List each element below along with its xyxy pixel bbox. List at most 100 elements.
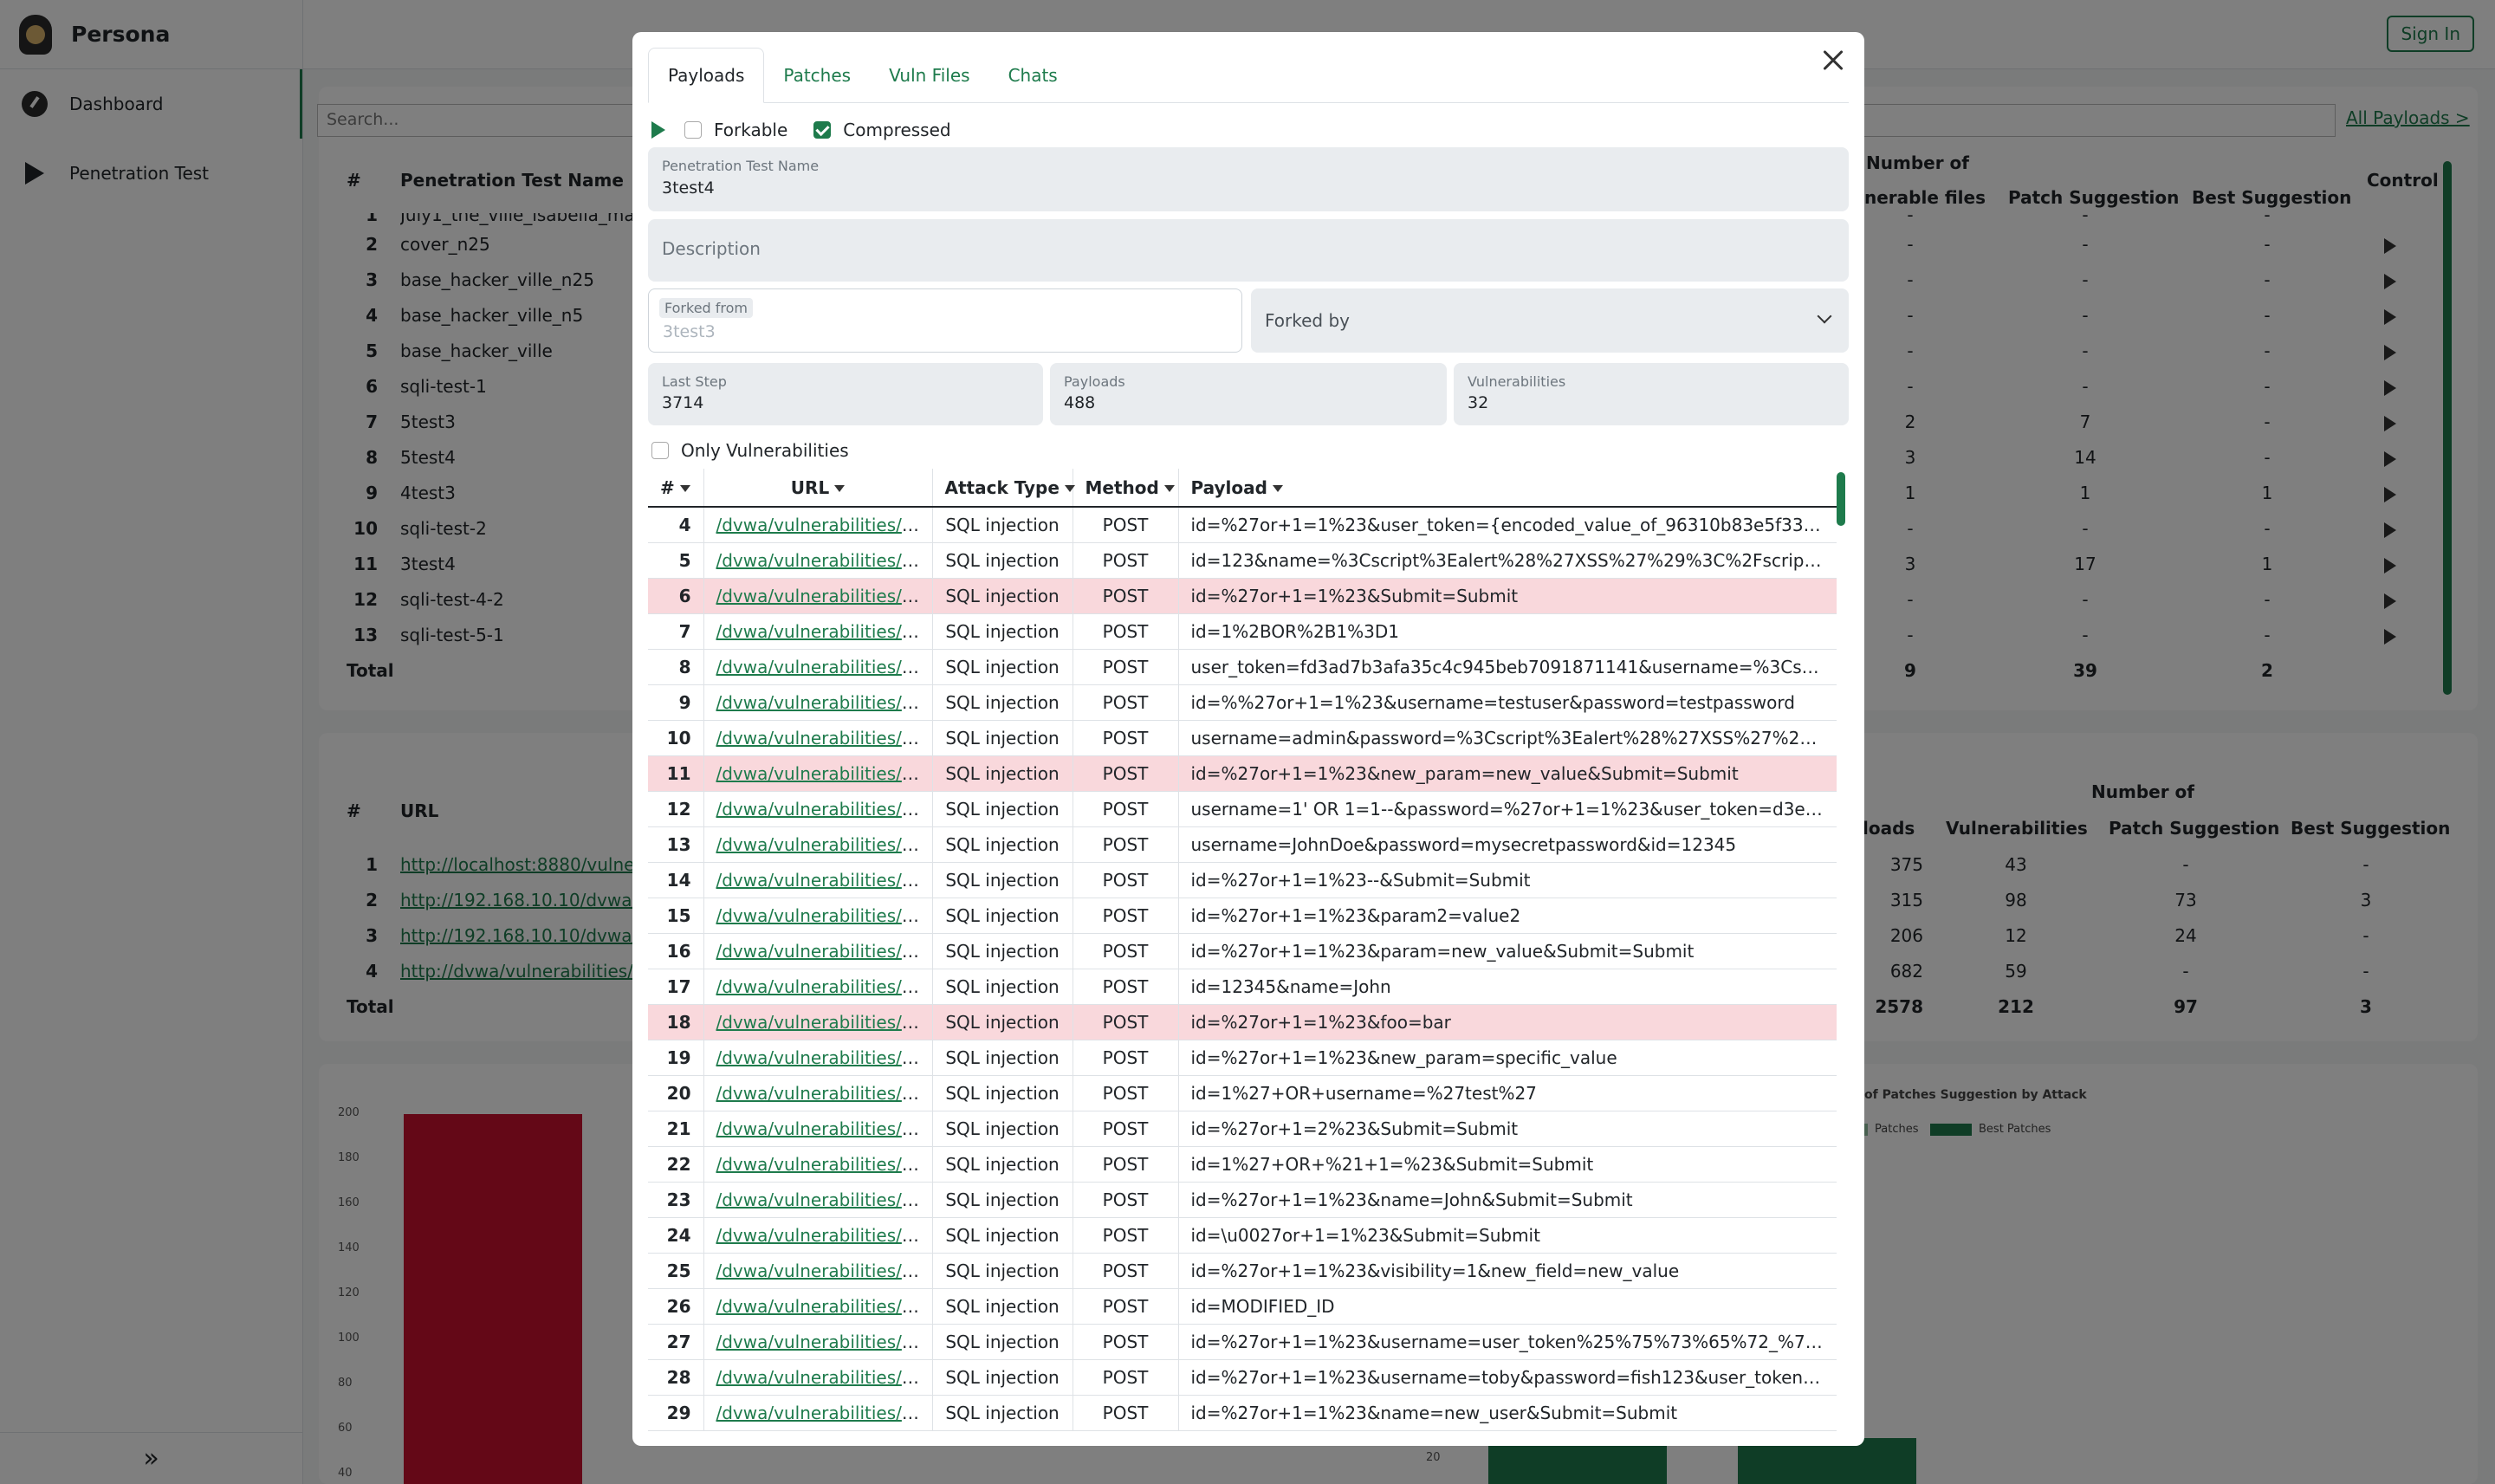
row-number: 21 <box>648 1111 704 1147</box>
row-url-cell: /dvwa/vulnerabilities/sqli/ <box>703 649 933 685</box>
row-payload: id=%27or+1=1%23&new_param=specific_value <box>1178 1040 1837 1076</box>
column-header-payload[interactable]: Payload <box>1178 469 1837 508</box>
row-url-link[interactable]: /dvwa/vulnerabilities/sqli/ <box>716 1118 932 1139</box>
row-url-link[interactable]: /dvwa/vulnerabilities/sqli/ <box>716 976 932 997</box>
row-attack-type: SQL injection <box>932 1040 1073 1076</box>
tab-payloads[interactable]: Payloads <box>648 48 765 103</box>
row-url-cell: /dvwa/vulnerabilities/sqli/ <box>703 755 933 792</box>
table-row[interactable]: 7/dvwa/vulnerabilities/sqli/SQL injectio… <box>648 613 1837 650</box>
row-url-link[interactable]: /dvwa/vulnerabilities/sqli/ <box>716 621 932 642</box>
row-url-link[interactable]: /dvwa/vulnerabilities/sqli/ <box>716 763 932 784</box>
row-number: 23 <box>648 1182 704 1218</box>
row-method: POST <box>1073 862 1179 898</box>
column-header-label: Attack Type <box>944 476 1060 498</box>
row-number: 14 <box>648 862 704 898</box>
table-row[interactable]: 8/dvwa/vulnerabilities/sqli/SQL injectio… <box>648 649 1837 685</box>
table-row[interactable]: 11/dvwa/vulnerabilities/sqli/SQL injecti… <box>648 755 1837 792</box>
description-field[interactable]: Description <box>648 219 1849 282</box>
row-payload: id=%27or+1=1%23&username=toby&password=f… <box>1178 1359 1837 1396</box>
row-method: POST <box>1073 578 1179 614</box>
row-url-link[interactable]: /dvwa/vulnerabilities/sqli/ <box>716 1047 932 1068</box>
table-row[interactable]: 19/dvwa/vulnerabilities/sqli/SQL injecti… <box>648 1040 1837 1076</box>
column-header-url[interactable]: URL <box>703 469 933 508</box>
column-header-num[interactable]: # <box>648 469 704 508</box>
forked-from-value: 3test3 <box>663 322 716 341</box>
row-url-link[interactable]: /dvwa/vulnerabilities/sqli/ <box>716 1332 932 1352</box>
table-row[interactable]: 17/dvwa/vulnerabilities/sqli/SQL injecti… <box>648 969 1837 1005</box>
row-url-link[interactable]: /dvwa/vulnerabilities/sqli/ <box>716 1260 932 1281</box>
row-attack-type: SQL injection <box>932 898 1073 934</box>
only-vulnerabilities-checkbox[interactable] <box>651 442 669 459</box>
table-row[interactable]: 29/dvwa/vulnerabilities/sqli/SQL injecti… <box>648 1395 1837 1431</box>
row-url-link[interactable]: /dvwa/vulnerabilities/sqli/ <box>716 1296 932 1317</box>
row-url-link[interactable]: /dvwa/vulnerabilities/sqli/ <box>716 1189 932 1210</box>
table-row[interactable]: 10/dvwa/vulnerabilities/sqli/SQL injecti… <box>648 720 1837 756</box>
forked-by-select[interactable]: Forked by <box>1251 288 1849 353</box>
row-url-link[interactable]: /dvwa/vulnerabilities/sqli/ <box>716 586 932 606</box>
table-row[interactable]: 27/dvwa/vulnerabilities/sqli/SQL injecti… <box>648 1324 1837 1360</box>
row-url-link[interactable]: /dvwa/vulnerabilities/sqli/ <box>716 657 932 677</box>
table-row[interactable]: 16/dvwa/vulnerabilities/sqli/SQL injecti… <box>648 933 1837 969</box>
tab-vuln-files[interactable]: Vuln Files <box>870 48 988 103</box>
row-url-link[interactable]: /dvwa/vulnerabilities/sqli/ <box>716 1012 932 1033</box>
sort-caret-icon <box>1163 485 1175 492</box>
sort-caret-icon <box>1064 485 1075 492</box>
test-name-value: 3test4 <box>662 178 715 198</box>
row-url-link[interactable]: /dvwa/vulnerabilities/sqli/ <box>716 834 932 855</box>
table-row[interactable]: 14/dvwa/vulnerabilities/sqli/SQL injecti… <box>648 862 1837 898</box>
table-row[interactable]: 6/dvwa/vulnerabilities/sqli/SQL injectio… <box>648 578 1837 614</box>
table-row[interactable]: 20/dvwa/vulnerabilities/sqli/SQL injecti… <box>648 1075 1837 1111</box>
table-row[interactable]: 18/dvwa/vulnerabilities/sqli/SQL injecti… <box>648 1004 1837 1040</box>
row-url-link[interactable]: /dvwa/vulnerabilities/sqli/ <box>716 870 932 891</box>
table-row[interactable]: 25/dvwa/vulnerabilities/sqli/SQL injecti… <box>648 1253 1837 1289</box>
test-name-field[interactable]: Penetration Test Name 3test4 <box>648 147 1849 211</box>
row-url-link[interactable]: /dvwa/vulnerabilities/sqli/ <box>716 1367 932 1388</box>
row-url-link[interactable]: /dvwa/vulnerabilities/sqli/ <box>716 515 932 535</box>
table-row[interactable]: 21/dvwa/vulnerabilities/sqli/SQL injecti… <box>648 1111 1837 1147</box>
row-attack-type: SQL injection <box>932 1217 1073 1254</box>
vulnerabilities-count-value: 32 <box>1468 393 1489 412</box>
row-number: 19 <box>648 1040 704 1076</box>
table-row[interactable]: 22/dvwa/vulnerabilities/sqli/SQL injecti… <box>648 1146 1837 1183</box>
row-url-link[interactable]: /dvwa/vulnerabilities/sqli/ <box>716 1083 932 1104</box>
column-header-attack-type[interactable]: Attack Type <box>932 469 1075 508</box>
row-url-link[interactable]: /dvwa/vulnerabilities/sqli/ <box>716 1154 932 1175</box>
table-row[interactable]: 15/dvwa/vulnerabilities/sqli/SQL injecti… <box>648 898 1837 934</box>
row-method: POST <box>1073 1253 1179 1289</box>
row-url-link[interactable]: /dvwa/vulnerabilities/sqli/ <box>716 692 932 713</box>
only-vulnerabilities-label: Only Vulnerabilities <box>681 440 849 461</box>
compressed-checkbox[interactable] <box>813 121 832 139</box>
table-row[interactable]: 28/dvwa/vulnerabilities/sqli/SQL injecti… <box>648 1359 1837 1396</box>
row-method: POST <box>1073 1075 1179 1111</box>
payloads-count-value: 488 <box>1064 393 1096 412</box>
table-row[interactable]: 9/dvwa/vulnerabilities/sqli/SQL injectio… <box>648 684 1837 721</box>
row-number: 4 <box>648 507 704 543</box>
tab-chats[interactable]: Chats <box>989 48 1077 103</box>
row-url-link[interactable]: /dvwa/vulnerabilities/sqli/ <box>716 941 932 962</box>
only-vulnerabilities-row: Only Vulnerabilities <box>651 432 849 469</box>
run-play-icon[interactable] <box>651 121 665 139</box>
table-row[interactable]: 24/dvwa/vulnerabilities/sqli/SQL injecti… <box>648 1217 1837 1254</box>
table-row[interactable]: 4/dvwa/vulnerabilities/sqli/SQL injectio… <box>648 507 1837 543</box>
row-url-link[interactable]: /dvwa/vulnerabilities/sqli/ <box>716 1225 932 1246</box>
forked-from-field[interactable]: Forked from 3test3 <box>648 288 1242 353</box>
tab-patches[interactable]: Patches <box>764 48 870 103</box>
row-url-link[interactable]: /dvwa/vulnerabilities/sqli/ <box>716 905 932 926</box>
table-row[interactable]: 26/dvwa/vulnerabilities/sqli/SQL injecti… <box>648 1288 1837 1325</box>
row-method: POST <box>1073 1288 1179 1325</box>
row-payload: user_token=fd3ad7b3afa35c4c945beb7091871… <box>1178 649 1837 685</box>
payloads-table-scrollbar[interactable] <box>1837 472 1845 526</box>
row-attack-type: SQL injection <box>932 933 1073 969</box>
table-row[interactable]: 13/dvwa/vulnerabilities/sqli/SQL injecti… <box>648 826 1837 863</box>
forkable-checkbox[interactable] <box>684 121 702 139</box>
row-url-link[interactable]: /dvwa/vulnerabilities/sqli/ <box>716 728 932 748</box>
payloads-table-container[interactable]: # URL Attack Type Method Payload 4/dvwa/… <box>648 469 1837 1446</box>
row-url-link[interactable]: /dvwa/vulnerabilities/sqli/ <box>716 1403 932 1423</box>
table-row[interactable]: 12/dvwa/vulnerabilities/sqli/SQL injecti… <box>648 791 1837 827</box>
table-row[interactable]: 23/dvwa/vulnerabilities/sqli/SQL injecti… <box>648 1182 1837 1218</box>
column-header-method[interactable]: Method <box>1073 469 1179 508</box>
row-url-cell: /dvwa/vulnerabilities/sqli/ <box>703 1004 933 1040</box>
table-row[interactable]: 5/dvwa/vulnerabilities/sqli/SQL injectio… <box>648 542 1837 579</box>
row-url-link[interactable]: /dvwa/vulnerabilities/sqli/ <box>716 799 932 820</box>
row-url-link[interactable]: /dvwa/vulnerabilities/sqli/ <box>716 550 932 571</box>
